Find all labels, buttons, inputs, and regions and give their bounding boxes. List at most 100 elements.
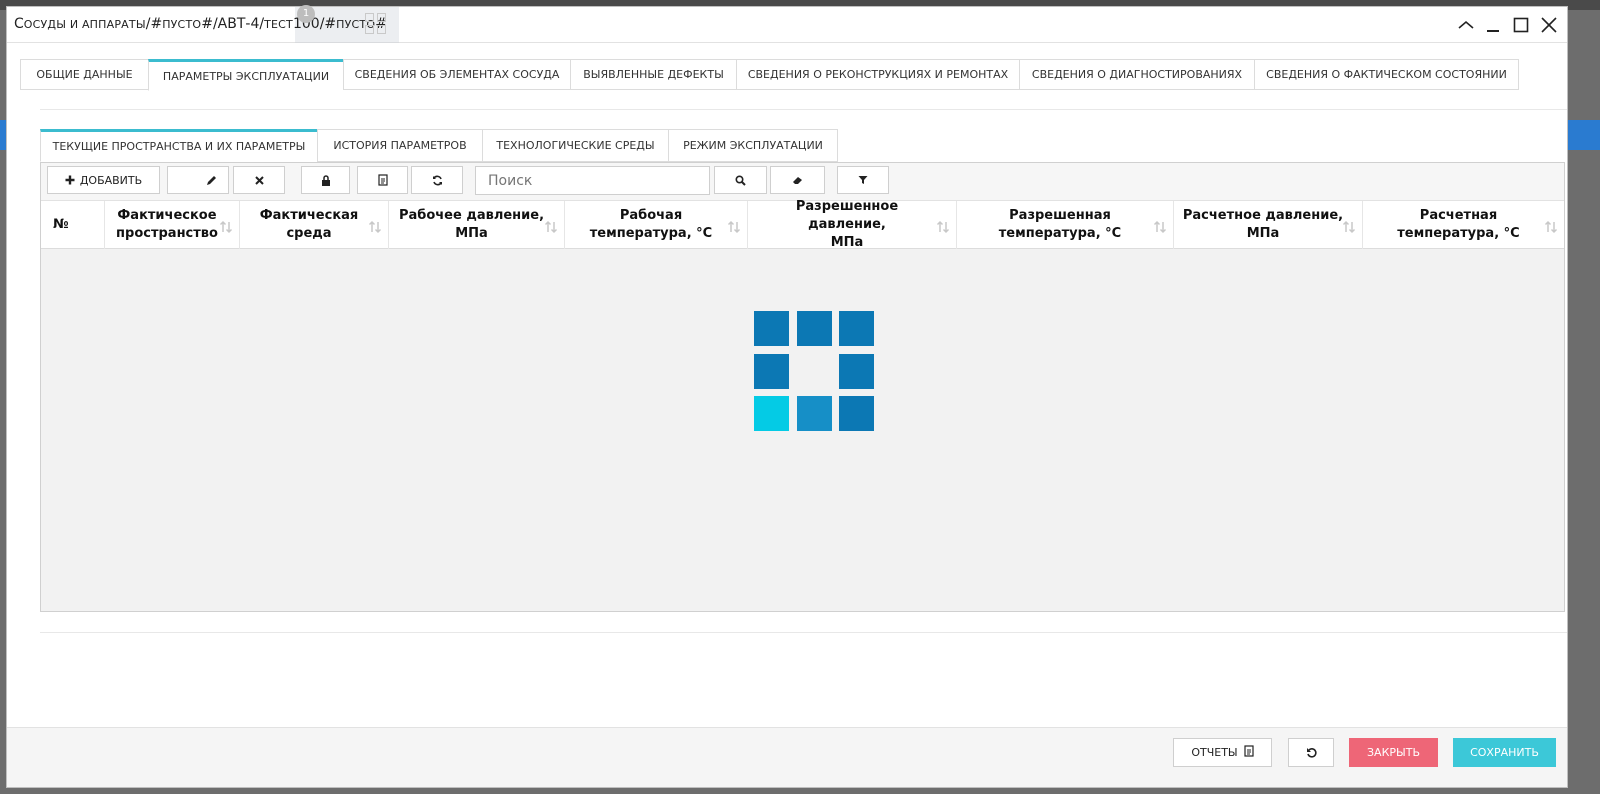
dialog-window: Сосуды и аппараты/#пусто#/АВТ-4/тест100/… [6, 5, 1568, 788]
document-icon [1244, 745, 1254, 760]
tab-vessel-elements[interactable]: Сведения об элементах сосуда [343, 59, 570, 90]
column-header-label: Рабочее давление, МПа [399, 207, 544, 243]
column-header-label: № [53, 216, 69, 234]
maximize-icon[interactable] [1509, 13, 1533, 37]
column-header-line: пространство [116, 226, 218, 241]
sort-icon[interactable] [936, 220, 950, 234]
tab-detected-defects[interactable]: Выявленные дефекты [570, 59, 736, 90]
tab-operating-mode[interactable]: Режим эксплуатации [668, 129, 838, 162]
column-header-line: температура, °С [589, 226, 713, 241]
lock-icon [321, 174, 330, 186]
column-header-line: Фактическое [117, 208, 217, 223]
undo-icon [1306, 748, 1317, 758]
spinner-square [797, 396, 832, 431]
clear-button[interactable] [770, 166, 825, 194]
dialog-footer: Отчеты Закрыть Сохранить [7, 727, 1567, 787]
sort-icon[interactable] [1342, 220, 1356, 234]
collapse-icon[interactable] [1454, 13, 1478, 37]
column-header[interactable]: Рабочее давление, МПа [389, 201, 565, 249]
column-header-line: температура, °С [998, 226, 1122, 241]
spinner-square [754, 396, 789, 431]
tab-operating-parameters[interactable]: Параметры эксплуатации [148, 59, 343, 91]
delete-button[interactable] [233, 166, 285, 194]
column-header-line: Разрешенная [1009, 208, 1111, 223]
table-header: № Фактическое пространство Фактическая среда… [41, 198, 1564, 252]
column-header[interactable]: Разрешенное давление, МПа [748, 198, 957, 252]
column-header-label: Расчетное давление, МПа [1183, 207, 1343, 243]
table-body [41, 249, 1564, 611]
reports-button-label: Отчеты [1191, 746, 1238, 759]
close-icon[interactable] [1537, 13, 1561, 37]
column-header-label: Фактическая среда [260, 207, 359, 243]
column-header[interactable]: Расчетная температура, °С [1363, 201, 1564, 249]
pencil-icon [207, 175, 216, 185]
loading-spinner [754, 311, 876, 433]
grid-icon [365, 13, 387, 35]
undo-button[interactable] [1288, 738, 1334, 767]
sort-icon[interactable] [368, 220, 382, 234]
search-input[interactable] [475, 166, 710, 195]
search-button[interactable] [714, 166, 767, 194]
column-header[interactable]: Фактическая среда [240, 201, 389, 249]
document-icon [377, 174, 388, 186]
sort-icon[interactable] [1153, 220, 1167, 234]
lock-button[interactable] [301, 166, 350, 194]
tab-general-data[interactable]: Общие данные [20, 59, 148, 90]
column-header[interactable]: Фактическое пространство [105, 201, 240, 249]
tab-technological-media[interactable]: Технологические среды [482, 129, 668, 162]
tab-current-spaces[interactable]: Текущие пространства и их параметры [40, 129, 317, 162]
grid-toolbar: Добавить [41, 163, 1564, 201]
sub-tabs: Текущие пространства и их параметры Исто… [40, 129, 838, 162]
spinner-square [839, 396, 874, 431]
background-accent-right [1568, 120, 1600, 150]
close-button[interactable]: Закрыть [1349, 738, 1438, 767]
column-header-label: Разрешенное давление, МПа [756, 198, 938, 252]
sort-icon[interactable] [727, 220, 741, 234]
refresh-button[interactable] [411, 166, 463, 194]
column-header-line: Рабочее давление, [398, 208, 545, 223]
add-button-label: Добавить [79, 173, 143, 187]
divider [40, 109, 1567, 110]
column-header-line: № [53, 217, 69, 232]
column-header-line: среда [286, 226, 332, 241]
spinner-square [754, 354, 789, 389]
column-header[interactable]: Расчетное давление, МПа [1174, 201, 1363, 249]
column-header-line: МПа [1246, 226, 1280, 241]
reports-button[interactable]: Отчеты [1173, 738, 1272, 767]
column-header-line: Фактическая [259, 208, 359, 223]
column-header[interactable]: Разрешенная температура, °С [957, 201, 1174, 249]
spinner-square [839, 311, 874, 346]
spinner-square [797, 311, 832, 346]
minimize-icon[interactable] [1481, 13, 1505, 37]
main-tabs: Общие данные Параметры эксплуатации Свед… [20, 59, 1519, 91]
notification-badge: 1 [297, 5, 315, 23]
column-header-label: Расчетная температура, °С [1397, 207, 1519, 243]
edit-button[interactable] [167, 166, 229, 194]
tab-reconstructions-repairs[interactable]: Сведения о реконструкциях и ремонтах [736, 59, 1019, 90]
tab-diagnostics[interactable]: Сведения о диагностированиях [1019, 59, 1254, 90]
sort-icon[interactable] [1544, 220, 1558, 234]
add-button[interactable]: Добавить [47, 166, 160, 194]
filter-icon [858, 176, 868, 184]
eraser-icon [792, 177, 802, 184]
filter-button[interactable] [837, 166, 889, 194]
plus-icon [65, 175, 75, 185]
column-header-label: Фактическое пространство [116, 207, 218, 243]
column-header[interactable]: № [41, 201, 105, 249]
save-button[interactable]: Сохранить [1453, 738, 1556, 767]
sort-icon[interactable] [544, 220, 558, 234]
tab-parameters-history[interactable]: История параметров [317, 129, 482, 162]
column-header-label: Рабочая температура, °С [590, 207, 712, 243]
window-titlebar[interactable]: Сосуды и аппараты/#пусто#/АВТ-4/тест100/… [7, 5, 1567, 43]
spinner-square [754, 311, 789, 346]
column-header-line: Рабочая [619, 208, 683, 223]
report-button[interactable] [357, 166, 408, 194]
times-icon [254, 175, 264, 185]
spinner-square [839, 354, 874, 389]
column-header[interactable]: Рабочая температура, °С [565, 201, 748, 249]
sort-icon[interactable] [219, 220, 233, 234]
column-header-label: Разрешенная температура, °С [999, 207, 1121, 243]
divider [40, 632, 1567, 633]
tab-actual-state[interactable]: Сведения о фактическом состоянии [1254, 59, 1519, 90]
column-header-line: температура, °С [1397, 226, 1520, 241]
